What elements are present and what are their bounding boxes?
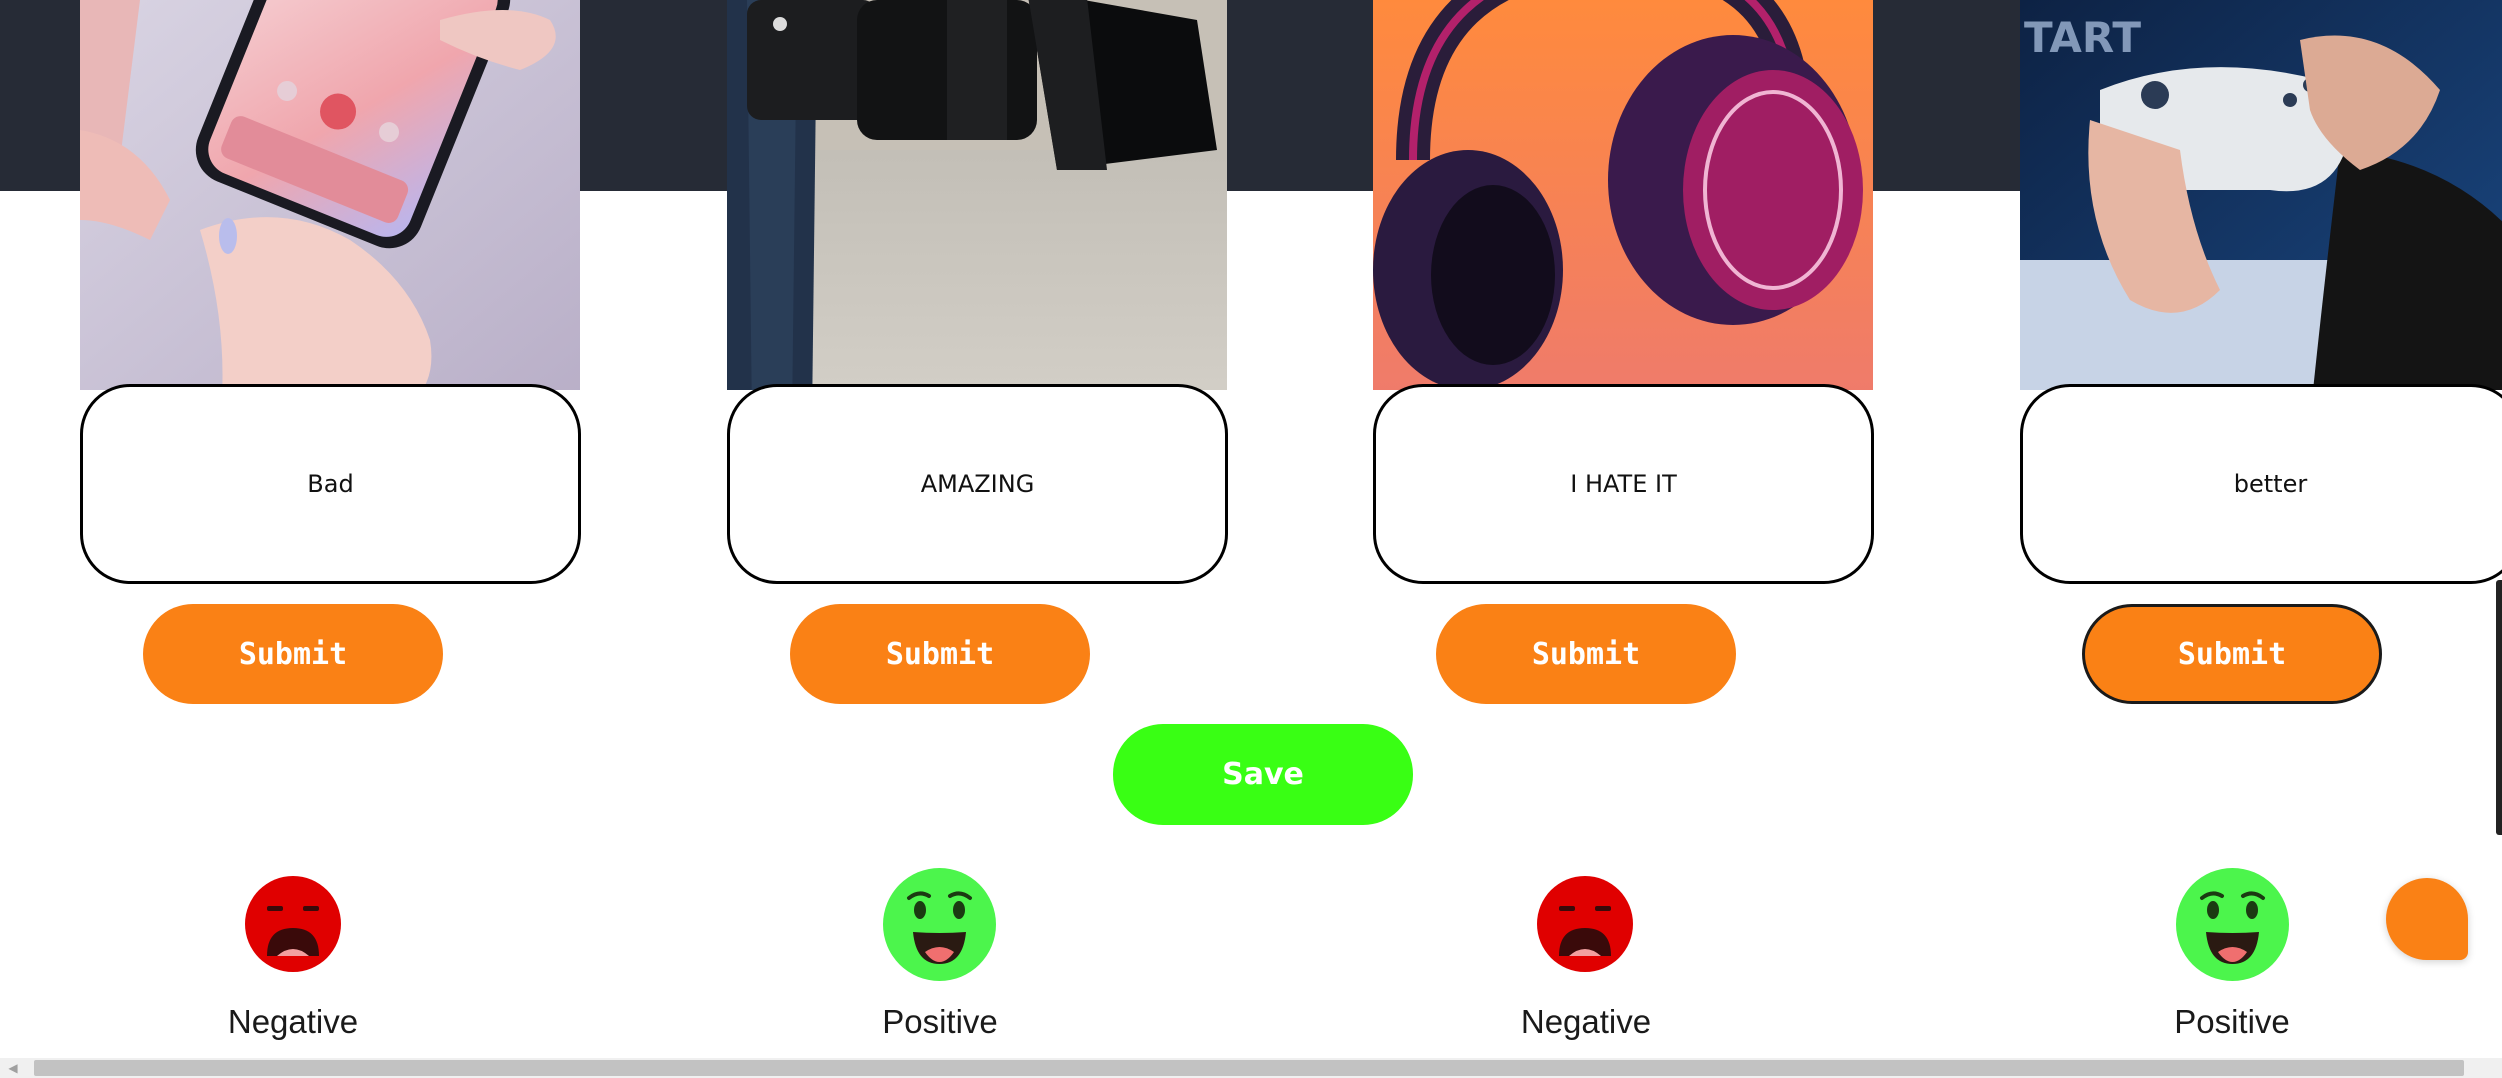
save-button[interactable]: Save (1113, 724, 1413, 825)
sentiment-label: Negative (1520, 1003, 1652, 1040)
product-image-headphones (1373, 0, 1873, 390)
sentiment-label: Positive (2174, 1003, 2290, 1040)
sentiment-label: Positive (882, 1003, 998, 1040)
horizontal-scrollbar[interactable]: ◀ (0, 1058, 2502, 1078)
sad-face-icon (1537, 876, 1633, 972)
headphones-photo (1373, 0, 1873, 390)
submit-button[interactable]: Submit (2082, 604, 2382, 704)
camera-lens-photo (727, 0, 1227, 390)
product-image-controller: TART (2020, 0, 2502, 390)
scrollbar-thumb[interactable] (34, 1060, 2464, 1076)
chat-bubble-icon[interactable] (2386, 878, 2468, 960)
page: TART Bad AMAZING I HATE IT better Submit… (0, 0, 2502, 1078)
phone-in-hands-photo (80, 0, 580, 390)
submit-button[interactable]: Submit (790, 604, 1090, 704)
product-image-camera (727, 0, 1227, 390)
game-controller-photo: TART (2020, 0, 2502, 390)
submit-button[interactable]: Submit (143, 604, 443, 704)
happy-face-icon (2176, 868, 2289, 981)
review-text-box[interactable]: Bad (80, 384, 581, 584)
happy-face-icon (883, 868, 996, 981)
vertical-scroll-indicator[interactable] (2496, 580, 2502, 835)
svg-text:TART: TART (2024, 13, 2141, 62)
arrow-left-icon[interactable]: ◀ (0, 1058, 26, 1078)
product-image-phone (80, 0, 580, 390)
review-text-box[interactable]: AMAZING (727, 384, 1228, 584)
sad-face-icon (245, 876, 341, 972)
sentiment-label: Negative (227, 1003, 359, 1040)
review-text-box[interactable]: I HATE IT (1373, 384, 1874, 584)
review-text-box[interactable]: better (2020, 384, 2502, 584)
submit-button[interactable]: Submit (1436, 604, 1736, 704)
